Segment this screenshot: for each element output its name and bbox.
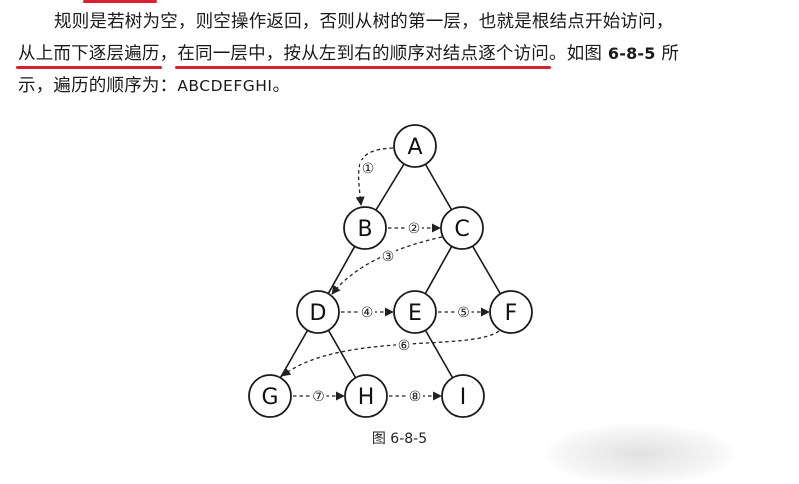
traversal-arrow-6 [281,330,500,377]
edge-a-c [424,163,453,211]
step-label-5: ⑤ [457,305,470,321]
node-label-d: D [310,301,327,326]
edge-a-b [375,163,405,211]
node-label-c: C [454,217,469,242]
traversal-arrow-3 [331,236,443,295]
node-label-i: I [460,385,467,410]
step-label-2: ② [408,221,421,237]
edge-d-g [279,329,309,379]
node-label-g: G [261,385,278,410]
binary-tree-diagram: ① ②③ ④ ⑤ ⑥ ⑦ ⑧ A B C D E F G H I [248,124,533,418]
tree-edges [279,163,502,379]
step-label-7: ⑦ [312,389,325,405]
node-label-f: F [505,301,518,326]
tree-nodes: A B C D E F G H I [248,124,533,418]
node-label-e: E [408,301,422,326]
gray-smudge [545,424,735,484]
node-label-a: A [407,135,422,160]
step-label-1: ① [362,161,375,177]
edge-c-f [471,245,502,295]
edge-e-i [424,329,454,379]
step-label-3: ③ [382,249,395,265]
edge-d-h [327,329,357,379]
node-label-h: H [358,385,375,410]
step-label-4: ④ [361,305,374,321]
node-label-b: B [357,217,372,242]
edge-b-d [327,245,356,295]
edge-c-e [424,245,453,295]
step-label-6: ⑥ [398,338,411,354]
document-page: 规则是若树为空，则空操作返回，否则从树的第一层，也就是根结点开始访问， 从上而下… [0,0,799,484]
step-label-8: ⑧ [409,389,422,405]
